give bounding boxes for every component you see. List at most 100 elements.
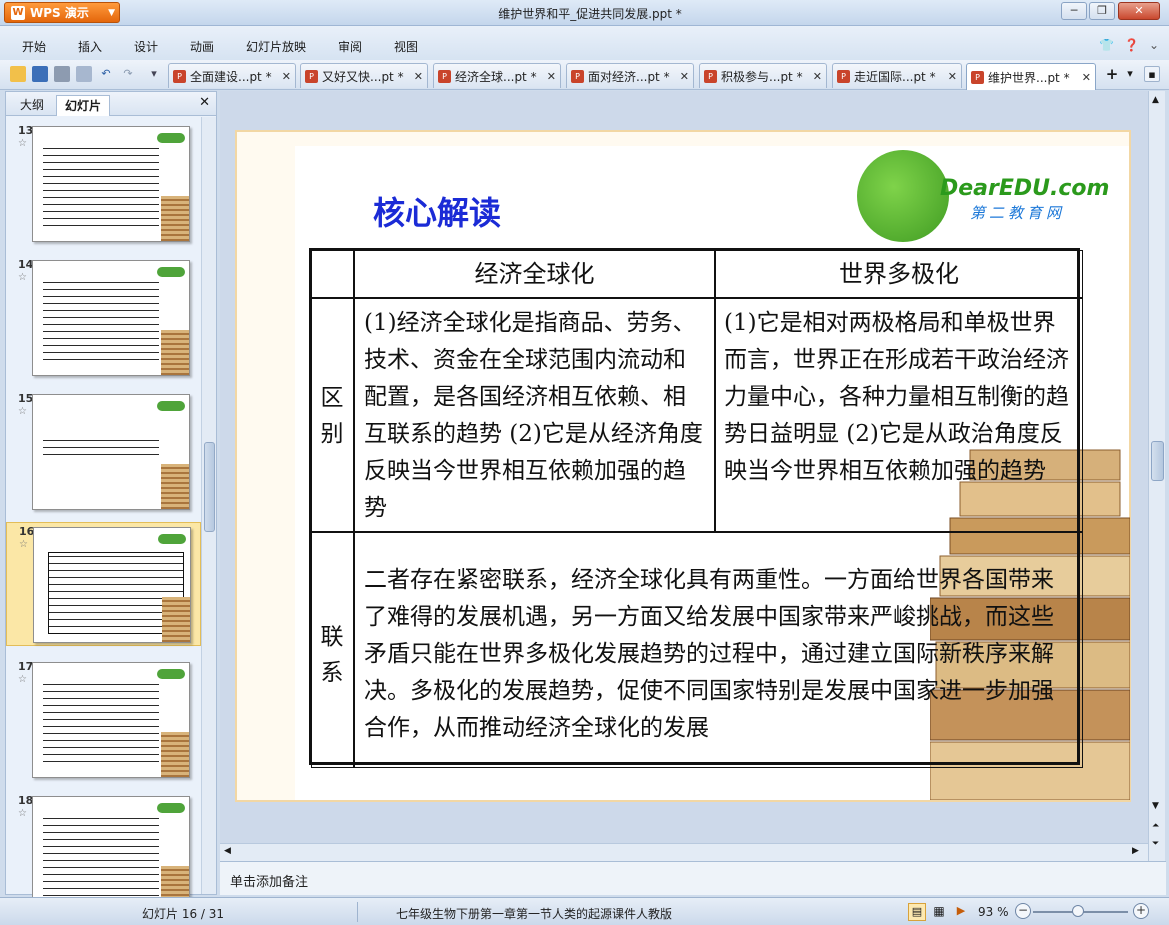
chevron-down-icon[interactable]: ▾: [1122, 66, 1138, 82]
customize-toolbar-icon[interactable]: ▾: [146, 66, 162, 82]
table-cell: (1)它是相对两极格局和单极世界而言，世界正在形成若干政治经济力量中心，各种力量…: [715, 298, 1083, 532]
horizontal-scrollbar[interactable]: ◀ ▶: [220, 843, 1148, 861]
tab-slides[interactable]: 幻灯片: [56, 95, 111, 116]
divider: [357, 902, 358, 922]
row-label: 区别: [320, 385, 344, 447]
ppt-file-icon: P: [438, 69, 451, 83]
zoom-in-icon[interactable]: +: [1133, 903, 1149, 919]
doc-tab[interactable]: P 又好又快...pt * ✕: [300, 63, 428, 88]
doc-tab[interactable]: P 面对经济...pt * ✕: [566, 63, 694, 88]
close-icon[interactable]: ✕: [547, 70, 556, 83]
print-preview-icon[interactable]: [76, 66, 92, 82]
zoom-level: 93 %: [978, 905, 1009, 919]
slide-thumbnail-selected[interactable]: 16 ☆: [6, 522, 201, 646]
menu-insert[interactable]: 插入: [78, 38, 102, 55]
zoom-slider-handle[interactable]: [1072, 905, 1084, 917]
menu-review[interactable]: 审阅: [338, 38, 362, 55]
menu-home[interactable]: 开始: [22, 38, 46, 55]
help-icon[interactable]: ❓: [1124, 38, 1139, 52]
thumbnail-preview: [32, 260, 190, 376]
thumbnail-preview: [33, 527, 191, 643]
scrollbar-thumb[interactable]: [204, 442, 215, 532]
slide-sorter-view-icon[interactable]: ▦: [930, 903, 948, 921]
slide-title[interactable]: 核心解读: [373, 188, 501, 234]
tab-outline[interactable]: 大纲: [12, 95, 52, 116]
doc-tab[interactable]: P 全面建设...pt * ✕: [168, 63, 296, 88]
close-icon[interactable]: ✕: [414, 70, 423, 83]
scrollbar-thumb[interactable]: [1151, 441, 1164, 481]
zoom-out-icon[interactable]: −: [1015, 903, 1031, 919]
doc-tab[interactable]: P 经济全球...pt * ✕: [433, 63, 561, 88]
notes-pane[interactable]: 单击添加备注: [220, 861, 1166, 895]
scroll-right-icon[interactable]: ▶: [1132, 846, 1139, 856]
open-folder-icon[interactable]: [10, 66, 26, 82]
doc-tab-label: 面对经济...pt *: [588, 69, 670, 84]
doc-tab-label: 又好又快...pt *: [322, 69, 404, 84]
ppt-file-icon: P: [837, 69, 850, 83]
slides-pane: 大纲 幻灯片 ✕ 13 ☆ 14 ☆ 15 ☆ 16 ☆ 17 ☆ 18 ☆: [5, 91, 217, 912]
doc-tab-label: 积极参与...pt *: [721, 69, 803, 84]
pane-tabs: 大纲 幻灯片 ✕: [6, 92, 216, 116]
window-title: 维护世界和平_促进共同发展.ppt *: [498, 7, 682, 21]
menu-design[interactable]: 设计: [134, 38, 158, 55]
menu-view[interactable]: 视图: [394, 38, 418, 55]
previous-slide-icon[interactable]: ⏶: [1152, 821, 1159, 831]
slide-thumbnail[interactable]: 15 ☆: [6, 390, 201, 514]
slide-thumbnail[interactable]: 14 ☆: [6, 256, 201, 380]
thumbnail-preview: [32, 796, 190, 912]
doc-tab-label: 全面建设...pt *: [190, 69, 272, 84]
new-tab-icon[interactable]: +: [1104, 66, 1120, 82]
scroll-left-icon[interactable]: ◀: [224, 846, 231, 856]
save-icon[interactable]: [32, 66, 48, 82]
table-row-header: 区别: [311, 298, 354, 532]
next-slide-icon[interactable]: ⏷: [1152, 839, 1159, 849]
slide-thumbnail[interactable]: 13 ☆: [6, 122, 201, 246]
slides-pane-scrollbar[interactable]: [201, 117, 216, 894]
undo-icon[interactable]: ↶: [98, 66, 114, 82]
doc-tab-label: 经济全球...pt *: [455, 69, 537, 84]
cell-text: (1)它是相对两极格局和单极世界而言，世界正在形成若干政治经济力量中心，各种力量…: [724, 310, 1069, 484]
ppt-file-icon: P: [173, 69, 186, 83]
tab-list-icon[interactable]: ▪: [1144, 66, 1160, 82]
menu-animation[interactable]: 动画: [190, 38, 214, 55]
animation-star-icon: ☆: [18, 138, 27, 149]
close-icon[interactable]: ✕: [1082, 71, 1091, 84]
close-icon[interactable]: ✕: [948, 70, 957, 83]
slide-thumbnail[interactable]: 17 ☆: [6, 658, 201, 782]
doc-tab-active[interactable]: P 维护世界...pt * ✕: [966, 63, 1096, 90]
animation-star-icon: ☆: [18, 808, 27, 819]
close-icon[interactable]: ✕: [680, 70, 689, 83]
print-icon[interactable]: [54, 66, 70, 82]
ppt-file-icon: P: [971, 70, 984, 84]
animation-star-icon: ☆: [18, 272, 27, 283]
doc-tab[interactable]: P 积极参与...pt * ✕: [699, 63, 827, 88]
doc-tab[interactable]: P 走近国际...pt * ✕: [832, 63, 962, 88]
normal-view-icon[interactable]: ▤: [908, 903, 926, 921]
toolbar: ↶ ↷ ▾ P 全面建设...pt * ✕ P 又好又快...pt * ✕ P …: [0, 60, 1169, 90]
row-label: 联系: [320, 624, 344, 686]
scroll-up-icon[interactable]: ▲: [1152, 95, 1159, 105]
logo-icon: [857, 150, 949, 242]
menu-slideshow[interactable]: 幻灯片放映: [246, 38, 306, 55]
scroll-down-icon[interactable]: ▼: [1152, 801, 1159, 811]
close-icon[interactable]: ✕: [813, 70, 822, 83]
animation-star-icon: ☆: [18, 406, 27, 417]
close-window-button[interactable]: ✕: [1118, 2, 1160, 20]
redo-icon[interactable]: ↷: [120, 66, 136, 82]
notes-placeholder[interactable]: 单击添加备注: [230, 871, 308, 890]
close-icon[interactable]: ✕: [199, 95, 210, 110]
status-bar: 幻灯片 16 / 31 七年级生物下册第一章第一节人类的起源课件人教版 ▤ ▦ …: [0, 897, 1169, 925]
minimize-button[interactable]: ─: [1061, 2, 1087, 20]
close-icon[interactable]: ✕: [282, 70, 291, 83]
menu-bar: 开始 插入 设计 动画 幻灯片放映 审阅 视图 👕 ❓ ⌄: [0, 26, 1169, 60]
skin-icon[interactable]: 👕: [1099, 38, 1114, 52]
logo-subtitle: 第二教育网: [970, 204, 1066, 222]
vertical-scrollbar[interactable]: ▲ ▼ ⏶ ⏷: [1148, 91, 1165, 861]
ppt-file-icon: P: [305, 69, 318, 83]
comparison-table[interactable]: 经济全球化 世界多极化 区别 (1)经济全球化是指商品、劳务、技术、资金在全球范…: [309, 248, 1083, 768]
maximize-button[interactable]: ❐: [1089, 2, 1115, 20]
table-row-header: 联系: [311, 532, 354, 768]
doc-tab-label: 维护世界...pt *: [988, 70, 1070, 85]
chevron-down-icon[interactable]: ⌄: [1149, 38, 1159, 52]
slideshow-view-icon[interactable]: ▶: [952, 903, 970, 921]
